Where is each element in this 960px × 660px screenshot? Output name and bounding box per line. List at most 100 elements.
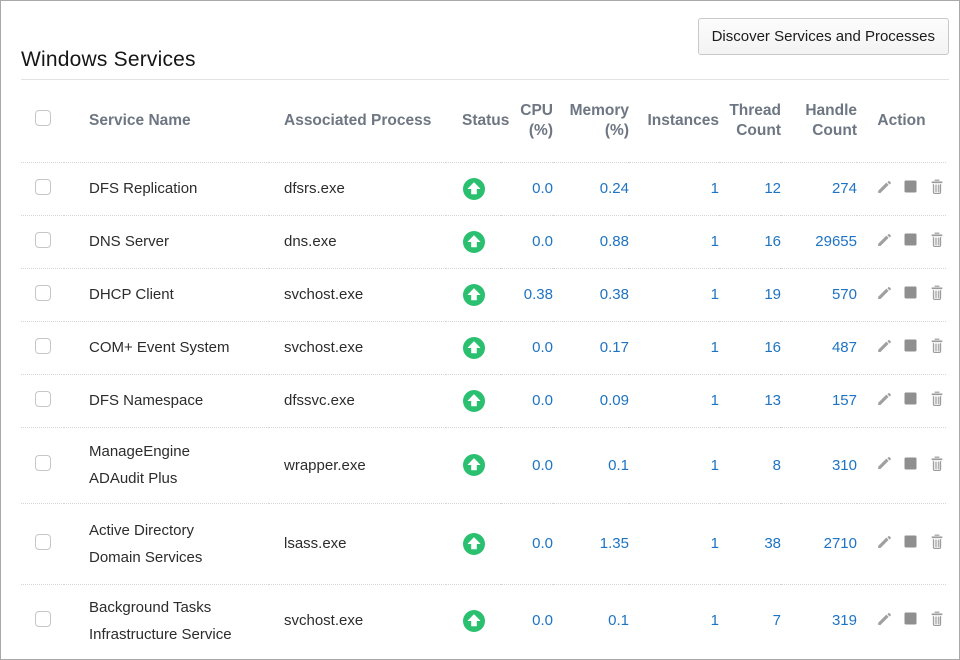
delete-icon[interactable] (929, 231, 945, 252)
handle-count-value[interactable]: 487 (781, 321, 857, 374)
edit-icon[interactable] (876, 611, 892, 631)
cpu-value[interactable]: 0.0 (501, 584, 553, 657)
thread-count-value[interactable]: 19 (719, 268, 781, 321)
instances-value[interactable]: 1 (629, 321, 719, 374)
handle-count-value[interactable]: 2710 (781, 503, 857, 584)
thread-count-value[interactable]: 16 (719, 215, 781, 268)
col-header-service-name: Service Name (64, 80, 269, 162)
col-header-handle-count: Handle Count (781, 80, 857, 162)
memory-value[interactable]: 0.09 (553, 374, 629, 427)
handle-count-value[interactable]: 570 (781, 268, 857, 321)
instances-value[interactable]: 1 (629, 584, 719, 657)
action-cell (857, 215, 946, 268)
status-up-icon (463, 390, 485, 412)
col-header-action: Action (857, 80, 946, 162)
edit-icon[interactable] (876, 179, 892, 199)
table-row: DFS Replication dfsrs.exe 0.0 0.24 1 12 … (21, 162, 946, 215)
row-checkbox[interactable] (35, 179, 51, 195)
edit-icon[interactable] (876, 534, 892, 554)
instances-value[interactable]: 1 (629, 268, 719, 321)
table-row: DFS Namespace dfssvc.exe 0.0 0.09 1 13 1… (21, 374, 946, 427)
table-row: COM+ Event System svchost.exe 0.0 0.17 1… (21, 321, 946, 374)
memory-value[interactable]: 0.1 (553, 584, 629, 657)
handle-count-value[interactable]: 319 (781, 584, 857, 657)
memory-value[interactable]: 1.35 (553, 503, 629, 584)
row-checkbox[interactable] (35, 534, 51, 550)
edit-icon[interactable] (876, 285, 892, 305)
memory-value[interactable]: 0.38 (553, 268, 629, 321)
stop-icon[interactable] (904, 180, 917, 197)
delete-icon[interactable] (929, 390, 945, 411)
memory-value[interactable]: 0.1 (553, 427, 629, 503)
table-row: ManageEngine ADAudit Plus wrapper.exe 0.… (21, 427, 946, 503)
delete-icon[interactable] (929, 610, 945, 631)
discover-services-button[interactable]: Discover Services and Processes (698, 18, 949, 55)
handle-count-value[interactable]: 157 (781, 374, 857, 427)
instances-value[interactable]: 1 (629, 374, 719, 427)
memory-value[interactable]: 0.88 (553, 215, 629, 268)
edit-icon[interactable] (876, 338, 892, 358)
cpu-value[interactable]: 0.0 (501, 162, 553, 215)
row-checkbox[interactable] (35, 611, 51, 627)
row-checkbox[interactable] (35, 285, 51, 301)
status-up-icon (463, 231, 485, 253)
action-cell (857, 374, 946, 427)
associated-process-cell: lsass.exe (269, 503, 446, 584)
cpu-value[interactable]: 0.0 (501, 321, 553, 374)
thread-count-value[interactable]: 16 (719, 321, 781, 374)
table-header-row: Service Name Associated Process Status C… (21, 80, 946, 162)
stop-icon[interactable] (904, 457, 917, 474)
row-checkbox[interactable] (35, 455, 51, 471)
delete-icon[interactable] (929, 284, 945, 305)
thread-count-value[interactable]: 12 (719, 162, 781, 215)
service-name-cell: DHCP Client (64, 268, 269, 321)
select-all-checkbox[interactable] (35, 110, 51, 126)
thread-count-value[interactable]: 13 (719, 374, 781, 427)
handle-count-value[interactable]: 274 (781, 162, 857, 215)
stop-icon[interactable] (904, 286, 917, 303)
delete-icon[interactable] (929, 178, 945, 199)
thread-count-value[interactable]: 38 (719, 503, 781, 584)
cpu-value[interactable]: 0.0 (501, 503, 553, 584)
stop-icon[interactable] (904, 392, 917, 409)
delete-icon[interactable] (929, 533, 945, 554)
windows-services-panel: Discover Services and Processes Windows … (0, 0, 960, 660)
thread-count-value[interactable]: 8 (719, 427, 781, 503)
row-checkbox[interactable] (35, 338, 51, 354)
action-cell (857, 427, 946, 503)
handle-count-value[interactable]: 310 (781, 427, 857, 503)
stop-icon[interactable] (904, 612, 917, 629)
thread-count-value[interactable]: 7 (719, 584, 781, 657)
service-name-cell: DFS Namespace (64, 374, 269, 427)
edit-icon[interactable] (876, 232, 892, 252)
cpu-value[interactable]: 0.0 (501, 215, 553, 268)
service-name-cell: Background Tasks Infrastructure Service (64, 584, 269, 657)
service-name-cell: ManageEngine ADAudit Plus (64, 427, 269, 503)
cpu-value[interactable]: 0.38 (501, 268, 553, 321)
stop-icon[interactable] (904, 339, 917, 356)
col-header-memory: Memory (%) (553, 80, 629, 162)
row-checkbox[interactable] (35, 391, 51, 407)
service-name-cell: DNS Server (64, 215, 269, 268)
instances-value[interactable]: 1 (629, 162, 719, 215)
memory-value[interactable]: 0.17 (553, 321, 629, 374)
delete-icon[interactable] (929, 455, 945, 476)
cpu-value[interactable]: 0.0 (501, 374, 553, 427)
table-row: DHCP Client svchost.exe 0.38 0.38 1 19 5… (21, 268, 946, 321)
handle-count-value[interactable]: 29655 (781, 215, 857, 268)
table-row: Background Tasks Infrastructure Service … (21, 584, 946, 657)
associated-process-cell: wrapper.exe (269, 427, 446, 503)
stop-icon[interactable] (904, 535, 917, 552)
cpu-value[interactable]: 0.0 (501, 427, 553, 503)
instances-value[interactable]: 1 (629, 503, 719, 584)
memory-value[interactable]: 0.24 (553, 162, 629, 215)
status-up-icon (463, 454, 485, 476)
stop-icon[interactable] (904, 233, 917, 250)
instances-value[interactable]: 1 (629, 427, 719, 503)
edit-icon[interactable] (876, 391, 892, 411)
row-checkbox[interactable] (35, 232, 51, 248)
delete-icon[interactable] (929, 337, 945, 358)
instances-value[interactable]: 1 (629, 215, 719, 268)
action-cell (857, 584, 946, 657)
edit-icon[interactable] (876, 455, 892, 475)
